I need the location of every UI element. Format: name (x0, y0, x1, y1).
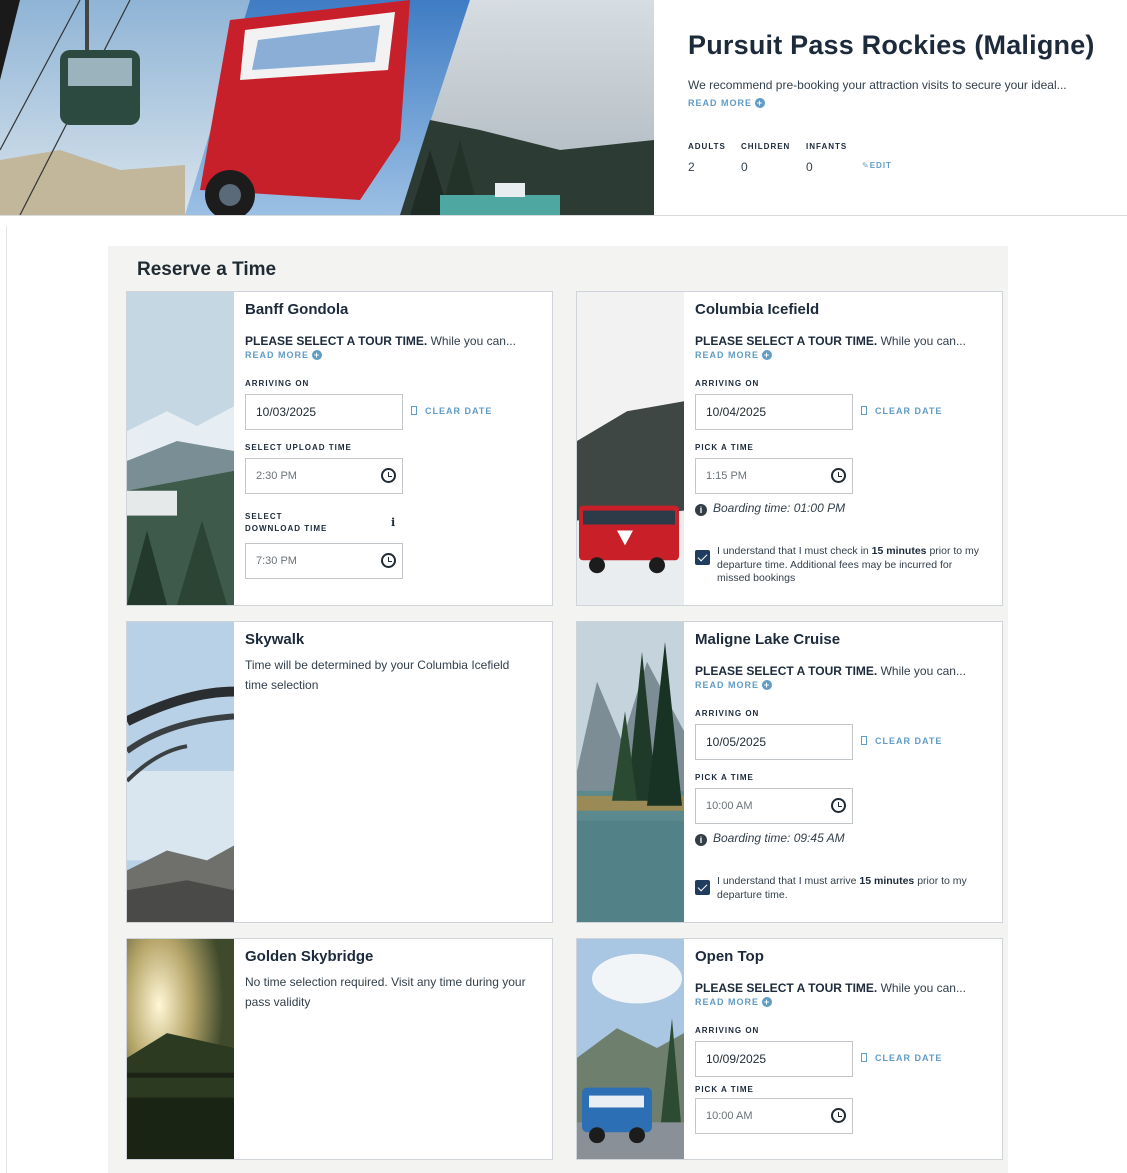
header-read-more-link[interactable]: READ MORE + (688, 98, 766, 108)
agreement-checkbox[interactable] (695, 550, 710, 565)
infants-count: 0 (806, 160, 813, 174)
plus-circle-icon: + (762, 350, 773, 360)
info-icon: i (695, 504, 707, 516)
read-more-link[interactable]: READ MORE + (695, 680, 773, 690)
clock-icon (831, 468, 846, 483)
download-time-label-line2: DOWNLOAD TIME (245, 524, 328, 533)
edit-guests-link[interactable]: ✎EDIT (862, 161, 892, 170)
arrival-date-input[interactable]: 10/05/2025 (695, 724, 853, 760)
pick-time-label: PICK A TIME (695, 773, 754, 782)
plus-circle-icon: + (312, 350, 323, 360)
read-more-link[interactable]: READ MORE + (695, 997, 773, 1007)
plus-circle-icon: + (755, 98, 766, 108)
clear-date-button[interactable]: CLEAR DATE (861, 406, 942, 416)
calendar-icon (411, 406, 417, 415)
card-description: No time selection required. Visit any ti… (245, 975, 526, 1009)
boarding-time: i Boarding time: 09:45 AM (695, 831, 845, 846)
attraction-card-maligne-lake-cruise: Maligne Lake Cruise PLEASE SELECT A TOUR… (576, 621, 1003, 923)
clear-date-button[interactable]: CLEAR DATE (411, 406, 492, 416)
infants-label: INFANTS (806, 142, 848, 151)
clear-date-button[interactable]: CLEAR DATE (861, 1053, 942, 1063)
arrival-date-input[interactable]: 10/03/2025 (245, 394, 403, 430)
arriving-on-label: ARRIVING ON (245, 379, 310, 388)
adults-count: 2 (688, 160, 695, 174)
card-body: Golden Skybridge No time selection requi… (245, 939, 542, 1159)
attraction-card-open-top: Open Top PLEASE SELECT A TOUR TIME. Whil… (576, 938, 1003, 1160)
pick-time-label: PICK A TIME (695, 1085, 754, 1094)
open-top-image (577, 939, 684, 1159)
arriving-on-label: ARRIVING ON (695, 709, 760, 718)
header-divider (0, 215, 1127, 216)
attraction-card-skywalk: Skywalk Time will be determined by your … (126, 621, 553, 923)
card-body: Banff Gondola PLEASE SELECT A TOUR TIME.… (245, 292, 542, 605)
banff-gondola-image (127, 292, 234, 605)
clock-icon (831, 798, 846, 813)
calendar-icon (861, 736, 867, 745)
attraction-card-golden-skybridge: Golden Skybridge No time selection requi… (126, 938, 553, 1160)
card-title: Skywalk (245, 631, 305, 648)
pencil-icon: ✎ (862, 161, 870, 170)
card-instruction: PLEASE SELECT A TOUR TIME. While you can… (695, 334, 966, 348)
card-body: Skywalk Time will be determined by your … (245, 622, 542, 922)
adults-label: ADULTS (688, 142, 726, 151)
clear-date-button[interactable]: CLEAR DATE (861, 736, 942, 746)
agreement-text: I understand that I must arrive 15 minut… (717, 875, 967, 901)
card-title: Banff Gondola (245, 301, 349, 318)
attraction-card-banff-gondola: Banff Gondola PLEASE SELECT A TOUR TIME.… (126, 291, 553, 606)
card-description: Time will be determined by your Columbia… (245, 658, 510, 692)
calendar-icon (861, 1053, 867, 1062)
arriving-on-label: ARRIVING ON (695, 1026, 760, 1035)
pick-time-label: PICK A TIME (695, 443, 754, 452)
card-instruction: PLEASE SELECT A TOUR TIME. While you can… (245, 334, 516, 348)
reserve-panel: Reserve a Time Banff Gondola PLEASE SELE… (108, 246, 1008, 1173)
read-more-link[interactable]: READ MORE + (695, 350, 773, 360)
children-label: CHILDREN (741, 142, 791, 151)
page-title: Pursuit Pass Rockies (Maligne) (688, 30, 1095, 60)
pass-summary: Pursuit Pass Rockies (Maligne) We recomm… (654, 0, 1127, 215)
columbia-icefield-image (577, 292, 684, 605)
pass-description: We recommend pre-booking your attraction… (688, 78, 1067, 92)
info-icon: i (695, 834, 707, 846)
plus-circle-icon: + (762, 997, 773, 1007)
clock-icon (381, 553, 396, 568)
golden-skybridge-image (127, 939, 234, 1159)
card-body: Open Top PLEASE SELECT A TOUR TIME. Whil… (695, 939, 992, 1159)
card-instruction: PLEASE SELECT A TOUR TIME. While you can… (695, 981, 966, 995)
plus-circle-icon: + (762, 680, 773, 690)
arrival-date-input[interactable]: 10/04/2025 (695, 394, 853, 430)
calendar-icon (861, 406, 867, 415)
children-count: 0 (741, 160, 748, 174)
card-body: Columbia Icefield PLEASE SELECT A TOUR T… (695, 292, 992, 605)
clock-icon (381, 468, 396, 483)
card-body: Maligne Lake Cruise PLEASE SELECT A TOUR… (695, 622, 992, 922)
edit-label: EDIT (869, 161, 892, 170)
download-time-picker[interactable]: 7:30 PM (245, 543, 403, 579)
tour-time-picker[interactable]: 10:00 AM (695, 1098, 853, 1134)
section-title: Reserve a Time (137, 259, 277, 280)
skywalk-image (127, 622, 234, 922)
tour-time-picker[interactable]: 1:15 PM (695, 458, 853, 494)
tour-time-picker[interactable]: 10:00 AM (695, 788, 853, 824)
read-more-link[interactable]: READ MORE + (245, 350, 323, 360)
download-time-label-line1: SELECT (245, 512, 283, 521)
clock-icon (831, 1108, 846, 1123)
upload-time-picker[interactable]: 2:30 PM (245, 458, 403, 494)
maligne-lake-image (577, 622, 684, 922)
info-icon[interactable]: i (391, 516, 401, 529)
upload-time-label: SELECT UPLOAD TIME (245, 443, 352, 452)
card-title: Open Top (695, 948, 764, 965)
card-title: Columbia Icefield (695, 301, 820, 318)
hero-image-collage (0, 0, 654, 215)
left-divider (6, 226, 7, 1173)
agreement-text: I understand that I must check in 15 min… (717, 545, 980, 584)
arrival-date-input[interactable]: 10/09/2025 (695, 1041, 853, 1077)
read-more-label: READ MORE (688, 98, 753, 108)
card-title: Golden Skybridge (245, 948, 374, 965)
arriving-on-label: ARRIVING ON (695, 379, 760, 388)
agreement-checkbox[interactable] (695, 880, 710, 895)
card-title: Maligne Lake Cruise (695, 631, 841, 648)
attraction-card-columbia-icefield: Columbia Icefield PLEASE SELECT A TOUR T… (576, 291, 1003, 606)
boarding-time: i Boarding time: 01:00 PM (695, 501, 845, 516)
card-instruction: PLEASE SELECT A TOUR TIME. While you can… (695, 664, 966, 678)
